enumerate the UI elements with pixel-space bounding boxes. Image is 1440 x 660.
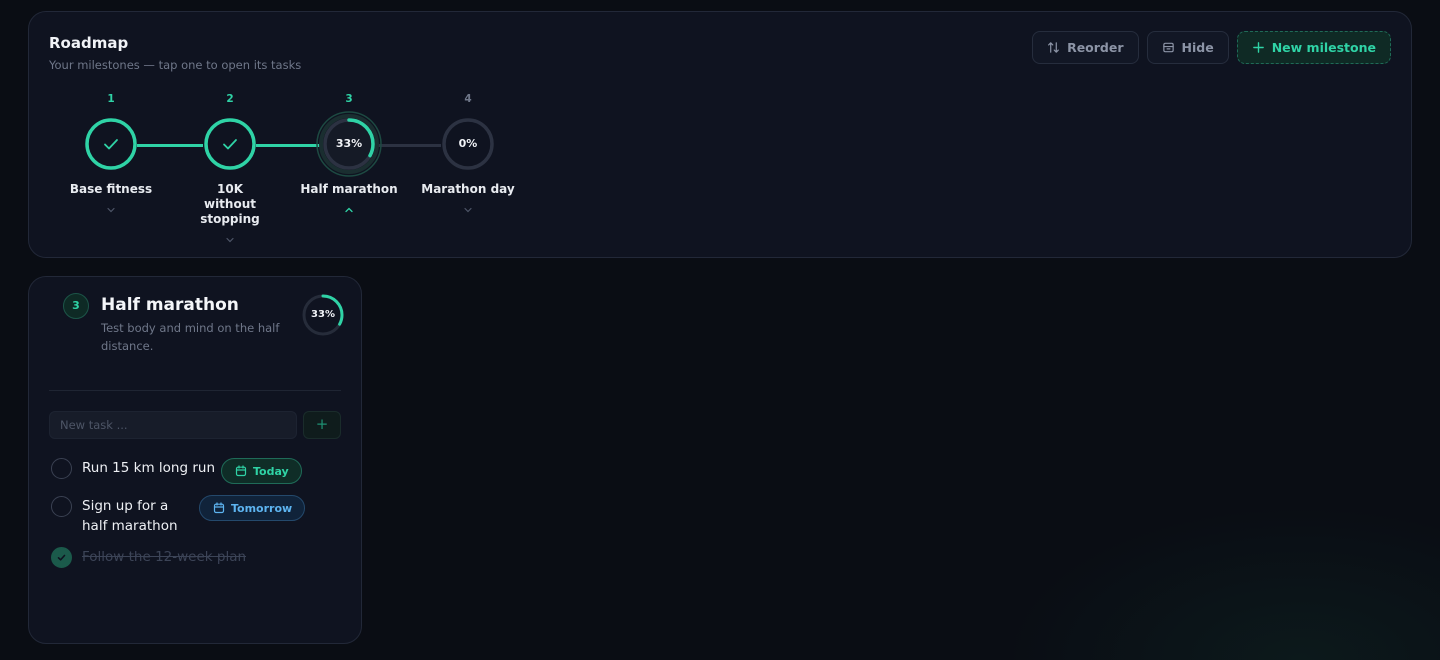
new-milestone-button[interactable]: New milestone: [1236, 31, 1391, 64]
task-checkbox[interactable]: [51, 496, 72, 517]
milestone-label: Marathon day: [421, 182, 515, 196]
task-item: Follow the 12-week plan: [51, 547, 246, 568]
calendar-icon: [213, 502, 225, 514]
milestone-description: Test body and mind on the half distance.: [101, 321, 280, 353]
milestone-complete-ring: [85, 118, 137, 170]
due-today-chip[interactable]: Today: [221, 458, 302, 484]
task-checkbox-checked[interactable]: [51, 547, 72, 568]
chevron-down-icon: [408, 199, 528, 213]
task-text: Sign up for a half marathon: [82, 498, 178, 534]
hide-label: Hide: [1181, 40, 1214, 55]
milestone-title: Half marathon: [101, 295, 239, 315]
milestone-number: 1: [107, 93, 115, 105]
plus-icon: +: [315, 415, 329, 433]
task-item: Run 15 km long run: [51, 458, 215, 479]
milestone-progress-label: 33%: [335, 137, 363, 150]
milestone-step-10k[interactable]: 2 10K without stopping: [170, 92, 290, 243]
milestone-stepper: 1 Base fitness 2 10K without stopping 3 …: [29, 92, 549, 252]
roadmap-card: Roadmap Your milestones — tap one to ope…: [28, 11, 1412, 258]
new-task-input[interactable]: [49, 411, 297, 439]
milestone-progress-ring: 0%: [442, 118, 494, 170]
milestone-step-marathon-day[interactable]: 4 0% Marathon day: [408, 92, 528, 213]
milestone-step-half-marathon[interactable]: 3 33% Half marathon: [289, 92, 409, 213]
task-checkbox[interactable]: [51, 458, 72, 479]
new-milestone-label: New milestone: [1271, 40, 1376, 55]
milestone-complete-ring: [204, 118, 256, 170]
divider: [49, 390, 341, 391]
archive-icon: [1162, 42, 1174, 53]
milestone-number: 4: [464, 93, 472, 105]
plus-icon: [1252, 42, 1264, 53]
calendar-icon: [235, 465, 247, 477]
due-label: Today: [253, 464, 289, 478]
task-text: Run 15 km long run: [82, 460, 215, 476]
task-text: Follow the 12-week plan: [82, 549, 247, 565]
sort-arrows-icon: [1048, 42, 1060, 53]
check-icon: [57, 554, 66, 561]
task-item: Sign up for a half marathon: [51, 496, 182, 536]
milestone-step-base-fitness[interactable]: 1 Base fitness: [51, 92, 171, 213]
chevron-down-icon: [170, 229, 290, 243]
roadmap-subtitle: Your milestones — tap one to open its ta…: [49, 58, 302, 72]
milestone-number: 2: [226, 93, 234, 105]
chevron-up-icon: [289, 199, 409, 213]
roadmap-title: Roadmap: [49, 34, 129, 52]
milestone-progress-label: 0%: [458, 137, 478, 150]
chevron-down-icon: [51, 199, 171, 213]
milestone-progress-label: 33%: [311, 309, 335, 320]
reorder-button[interactable]: Reorder: [1032, 31, 1139, 64]
milestone-progress-ring: 33%: [301, 293, 345, 337]
roadmap-actions: Reorder Hide New milestone: [1032, 31, 1391, 64]
due-label: Tomorrow: [231, 501, 293, 515]
milestone-detail-card: 3 Half marathon Test body and mind on th…: [28, 276, 362, 644]
milestone-label: 10K without stopping: [200, 182, 260, 226]
add-task-button[interactable]: +: [303, 411, 341, 439]
milestone-number: 3: [345, 93, 353, 105]
reorder-label: Reorder: [1067, 40, 1124, 55]
due-tomorrow-chip[interactable]: Tomorrow: [199, 495, 306, 521]
milestone-number-badge: 3: [63, 293, 89, 319]
hide-button[interactable]: Hide: [1146, 31, 1229, 64]
milestone-label: Half marathon: [300, 182, 398, 196]
milestone-progress-ring: 33%: [316, 111, 382, 177]
milestone-label: Base fitness: [69, 182, 153, 196]
